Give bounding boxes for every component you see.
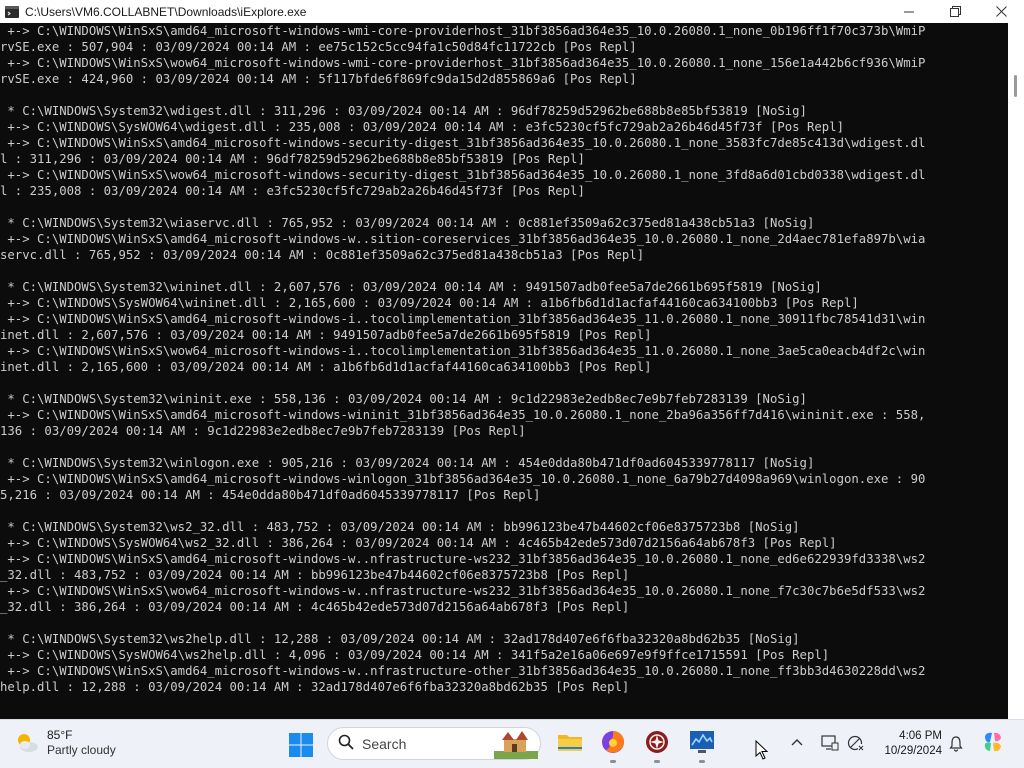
firefox-icon xyxy=(600,729,626,759)
console-line: * C:\WINDOWS\System32\ws2_32.dll : 483,7… xyxy=(0,520,800,534)
console-line: +-> C:\WINDOWS\WinSxS\wow64_microsoft-wi… xyxy=(0,584,926,598)
firefox-running-indicator xyxy=(610,760,616,763)
console-line: +-> C:\WINDOWS\WinSxS\wow64_microsoft-wi… xyxy=(0,168,926,182)
console-line: help.dll : 12,288 : 03/09/2024 00:14 AM … xyxy=(0,680,630,694)
search-label: Search xyxy=(362,735,407,752)
file-explorer-button[interactable] xyxy=(556,730,584,758)
chevron-up-icon[interactable] xyxy=(791,734,803,753)
console-line: * C:\WINDOWS\System32\wininet.dll : 2,60… xyxy=(0,280,822,294)
restore-icon xyxy=(949,2,961,21)
close-icon xyxy=(995,2,1007,21)
weather-description: Partly cloudy xyxy=(47,743,116,757)
clock-time: 4:06 PM xyxy=(899,730,942,742)
search-icon xyxy=(338,734,354,754)
iexplore-app-button[interactable] xyxy=(643,730,671,758)
console-line: +-> C:\WINDOWS\WinSxS\wow64_microsoft-wi… xyxy=(0,344,926,358)
copilot-icon[interactable] xyxy=(981,730,1005,758)
title-bar[interactable]: C:\Users\VM6.COLLABNET\Downloads\iExplor… xyxy=(0,0,1024,23)
minimize-icon xyxy=(904,2,914,21)
network-status-icon[interactable] xyxy=(847,735,865,755)
console-line: +-> C:\WINDOWS\SysWOW64\ws2help.dll : 4,… xyxy=(0,648,830,662)
iexplore-app-icon xyxy=(644,729,670,759)
mouse-pointer-icon xyxy=(755,739,769,760)
close-button[interactable] xyxy=(978,0,1024,23)
console-line: +-> C:\WINDOWS\WinSxS\amd64_microsoft-wi… xyxy=(0,312,926,326)
file-explorer-icon xyxy=(557,731,583,757)
console-line: +-> C:\WINDOWS\WinSxS\wow64_microsoft-wi… xyxy=(0,56,926,70)
performance-monitor-icon xyxy=(689,730,715,758)
scrollbar-thumb[interactable] xyxy=(1014,75,1017,97)
console-line: rvSE.exe : 424,960 : 03/09/2024 00:14 AM… xyxy=(0,72,637,86)
console-line: +-> C:\WINDOWS\WinSxS\amd64_microsoft-wi… xyxy=(0,408,926,422)
performance-monitor-running-indicator xyxy=(699,760,705,763)
console-line: l : 235,008 : 03/09/2024 00:14 AM : e3fc… xyxy=(0,184,585,198)
performance-monitor-button[interactable] xyxy=(688,730,716,758)
console-line: +-> C:\WINDOWS\SysWOW64\ws2_32.dll : 386… xyxy=(0,536,837,550)
console-line: * C:\WINDOWS\System32\wdigest.dll : 311,… xyxy=(0,104,807,118)
windows-logo-icon xyxy=(288,733,314,762)
vertical-scrollbar[interactable] xyxy=(1008,23,1024,719)
console-line: * C:\WINDOWS\System32\wiaservc.dll : 765… xyxy=(0,216,815,230)
window-title: C:\Users\VM6.COLLABNET\Downloads\iExplor… xyxy=(25,4,307,19)
taskbar: 85°F Partly cloudy Search 4:06 PM 10/29/… xyxy=(0,719,1024,768)
minimize-button[interactable] xyxy=(886,0,932,23)
console-line: * C:\WINDOWS\System32\winlogon.exe : 905… xyxy=(0,456,815,470)
console-line: * C:\WINDOWS\System32\wininit.exe : 558,… xyxy=(0,392,807,406)
console-line: +-> C:\WINDOWS\WinSxS\amd64_microsoft-wi… xyxy=(0,232,926,246)
weather-temperature: 85°F xyxy=(47,728,73,742)
screen-capture-icon[interactable] xyxy=(821,735,839,755)
console-app-icon xyxy=(4,4,20,20)
partly-cloudy-icon xyxy=(14,730,40,756)
firefox-button[interactable] xyxy=(599,730,627,758)
console-line: +-> C:\WINDOWS\WinSxS\amd64_microsoft-wi… xyxy=(0,472,926,486)
console-line: +-> C:\WINDOWS\WinSxS\amd64_microsoft-wi… xyxy=(0,552,926,566)
clock-date: 10/29/2024 xyxy=(884,745,942,757)
start-button[interactable] xyxy=(288,732,314,758)
console-line: inet.dll : 2,607,576 : 03/09/2024 00:14 … xyxy=(0,328,652,342)
console-line: _32.dll : 483,752 : 03/09/2024 00:14 AM … xyxy=(0,568,630,582)
search-highlight-castle-icon xyxy=(494,729,538,759)
console-line: +-> C:\WINDOWS\SysWOW64\wdigest.dll : 23… xyxy=(0,120,844,134)
console-line: +-> C:\WINDOWS\WinSxS\amd64_microsoft-wi… xyxy=(0,24,926,38)
console-line: inet.dll : 2,165,600 : 03/09/2024 00:14 … xyxy=(0,360,652,374)
console-line: 5,216 : 03/09/2024 00:14 AM : 454e0dda80… xyxy=(0,488,541,502)
weather-widget[interactable]: 85°F Partly cloudy xyxy=(14,728,116,758)
console-line: l : 311,296 : 03/09/2024 00:14 AM : 96df… xyxy=(0,152,585,166)
console-line: _32.dll : 386,264 : 03/09/2024 00:14 AM … xyxy=(0,600,630,614)
console-output[interactable]: +-> C:\WINDOWS\WinSxS\amd64_microsoft-wi… xyxy=(0,23,1008,719)
console-line: * C:\WINDOWS\System32\ws2help.dll : 12,2… xyxy=(0,632,800,646)
taskbar-search[interactable]: Search xyxy=(327,727,541,760)
console-line: +-> C:\WINDOWS\SysWOW64\wininet.dll : 2,… xyxy=(0,296,859,310)
notification-bell-icon[interactable] xyxy=(948,735,964,756)
console-line: 136 : 03/09/2024 00:14 AM : 9c1d22983e2e… xyxy=(0,424,526,438)
console-line: +-> C:\WINDOWS\WinSxS\amd64_microsoft-wi… xyxy=(0,664,926,678)
console-line: servc.dll : 765,952 : 03/09/2024 00:14 A… xyxy=(0,248,645,262)
console-line: rvSE.exe : 507,904 : 03/09/2024 00:14 AM… xyxy=(0,40,637,54)
console-text: +-> C:\WINDOWS\WinSxS\amd64_microsoft-wi… xyxy=(0,23,1008,695)
system-clock[interactable]: 4:06 PM 10/29/2024 xyxy=(884,729,942,759)
console-line: +-> C:\WINDOWS\WinSxS\amd64_microsoft-wi… xyxy=(0,136,926,150)
iexplore-running-indicator xyxy=(654,760,660,763)
restore-button[interactable] xyxy=(932,0,978,23)
